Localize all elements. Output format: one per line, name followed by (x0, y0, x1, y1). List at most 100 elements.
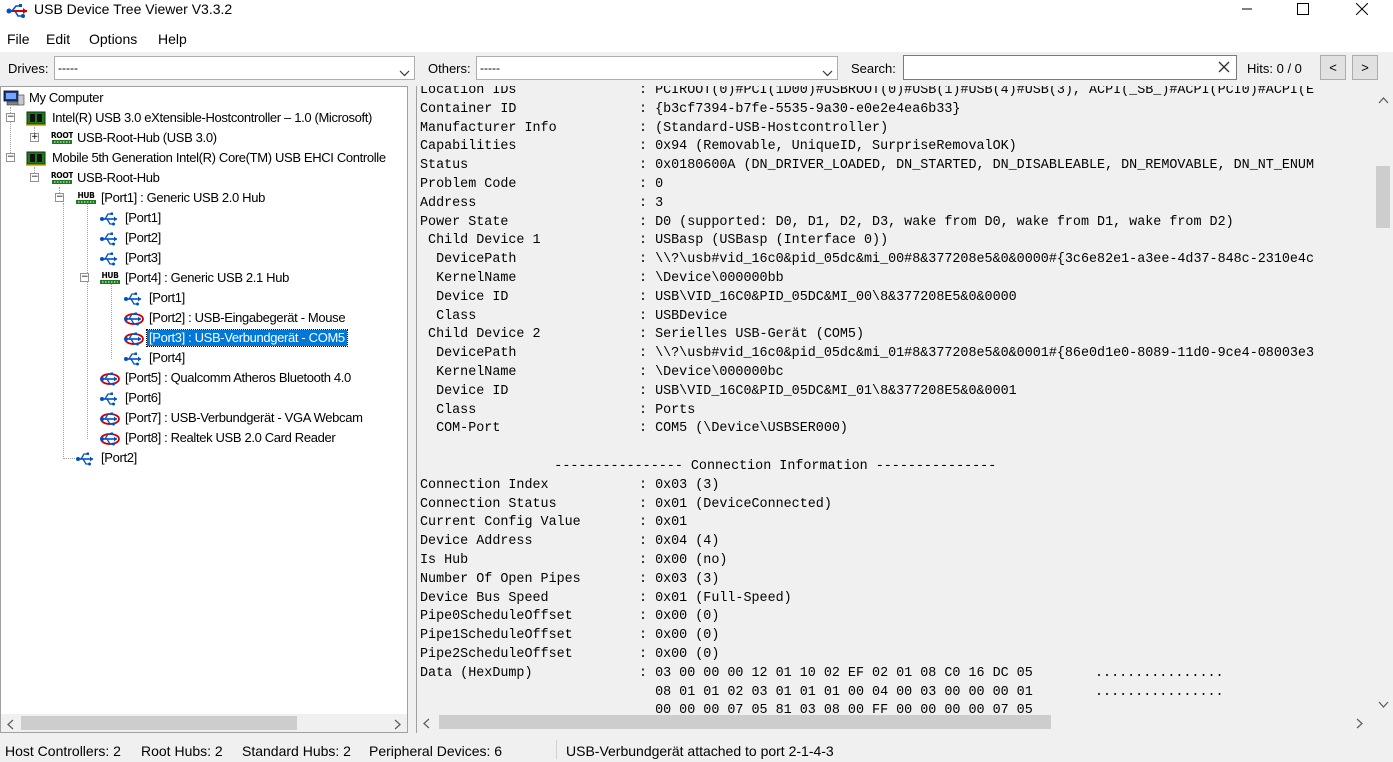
scroll-left-icon[interactable] (423, 717, 430, 732)
detail-key: COM-Port (420, 421, 501, 437)
scroll-left-icon[interactable] (7, 718, 14, 732)
tree-node[interactable]: [Port6] (99, 388, 163, 408)
detail-key: Status (420, 158, 469, 174)
detail-value: : 0x01 (Full-Speed) (639, 590, 792, 606)
tree-node[interactable]: [Port2] : USB-Eingabegerät - Mouse (123, 308, 347, 328)
device-details-panel[interactable]: Location IDs: PCIROOT(0)#PCI(1D00)#USBRO… (416, 86, 1393, 733)
detail-value: : 0x01 (639, 515, 688, 531)
detail-key: KernelName (420, 271, 517, 286)
tree-horizontal-scrollbar[interactable] (1, 714, 407, 732)
menu-file[interactable]: File (7, 30, 30, 48)
status-bar: Host Controllers: 2 Root Hubs: 2 Standar… (0, 737, 1393, 762)
detail-value: : \\?\usb#vid_16c0&pid_05dc&mi_00#8&3772… (639, 252, 1314, 268)
hub-icon: HUB (75, 190, 97, 206)
svg-text:ROOT: ROOT (51, 131, 73, 140)
detail-key: DevicePath (420, 252, 517, 268)
detail-key: Device ID (420, 383, 509, 399)
tree-node-label: [Port3] (125, 250, 161, 265)
detail-value: : PCIROOT(0)#PCI(1D00)#USBROOT(0)#USB(1)… (639, 86, 1314, 98)
device-tree[interactable]: My Computer − Intel(R) USB 3.0 eXtensible-… (0, 86, 408, 733)
detail-value: : 0x01 (DeviceConnected) (639, 496, 832, 512)
collapse-icon[interactable]: − (6, 153, 15, 162)
tree-node[interactable]: [Port2] (99, 228, 163, 248)
close-button[interactable] (1339, 0, 1385, 18)
tree-node[interactable]: [Port1] (123, 288, 187, 308)
tree-node[interactable]: [Port1] (99, 208, 163, 228)
detail-key: Class (420, 402, 477, 418)
detail-value: : 3 (639, 195, 664, 211)
tree-node[interactable]: [Port2] (75, 448, 139, 468)
tree-node-label: [Port3] : USB-Verbundgerät - COM5 (146, 329, 348, 347)
host-controller-icon (26, 110, 48, 126)
status-peripheral-devices: Peripheral Devices: 6 (369, 743, 503, 759)
usb-port-icon (99, 390, 121, 406)
clear-search-icon[interactable] (1218, 61, 1230, 76)
scroll-up-icon[interactable] (1378, 92, 1389, 107)
tree-node-label: Intel(R) USB 3.0 eXtensible-Hostcontroll… (52, 110, 373, 125)
previous-hit-button[interactable]: < (1320, 55, 1346, 80)
next-hit-button[interactable]: > (1352, 55, 1378, 80)
chevron-down-icon (822, 65, 833, 80)
detail-value: : 0 (639, 177, 664, 192)
detail-key: Child Device 2 (420, 327, 541, 343)
detail-value: : \\?\usb#vid_16c0&pid_05dc&mi_01#8&3772… (639, 346, 1314, 362)
others-value: ----- (480, 61, 500, 75)
scroll-thumb[interactable] (1376, 166, 1390, 228)
others-select[interactable]: ----- (476, 56, 838, 80)
menu-help[interactable]: Help (158, 30, 187, 48)
detail-value: : 0x00 (0) (639, 628, 720, 644)
hexdump-ascii: ................ (1095, 684, 1224, 700)
tree-node[interactable]: [Port3] : USB-Verbundgerät - COM5 (123, 328, 348, 348)
tree-node[interactable]: ROOT USB-Root-Hub (USB 3.0) (51, 128, 219, 148)
tree-node[interactable]: [Port4] (123, 348, 187, 368)
menu-options[interactable]: Options (89, 30, 137, 48)
scroll-down-icon[interactable] (1378, 696, 1389, 711)
tree-node[interactable]: HUB [Port4] : Generic USB 2.1 Hub (99, 268, 291, 288)
details-vertical-scrollbar[interactable] (1373, 86, 1393, 713)
detail-key: Problem Code (420, 177, 517, 192)
tree-node[interactable]: [Port3] (99, 248, 163, 268)
collapse-icon[interactable]: − (80, 273, 89, 282)
maximize-button[interactable] (1280, 0, 1326, 18)
tree-node[interactable]: HUB [Port1] : Generic USB 2.0 Hub (75, 188, 267, 208)
scroll-thumb[interactable] (21, 716, 297, 730)
tree-node[interactable]: ROOT USB-Root-Hub (51, 168, 162, 188)
tree-node-label: [Port2] : USB-Eingabegerät - Mouse (149, 310, 346, 325)
scroll-right-icon[interactable] (394, 718, 401, 732)
tree-node-label: [Port2] (125, 230, 161, 245)
detail-key: Is Hub (420, 553, 469, 568)
expand-icon[interactable]: + (30, 133, 39, 142)
detail-key: DevicePath (420, 346, 517, 362)
tree-node[interactable]: [Port5] : Qualcomm Atheros Bluetooth 4.0 (99, 368, 353, 388)
detail-value: 08 01 01 02 03 01 01 01 00 04 00 03 00 0… (639, 684, 1033, 700)
detail-value: : 0x00 (0) (639, 647, 720, 662)
chevron-right-icon: > (1361, 60, 1369, 75)
tree-node-label: [Port7] : USB-Verbundgerät - VGA Webcam (125, 410, 363, 425)
usb-port-icon (99, 230, 121, 246)
tree-node[interactable]: Mobile 5th Generation Intel(R) Core(TM) … (26, 148, 388, 168)
tree-node[interactable]: [Port8] : Realtek USB 2.0 Card Reader (99, 428, 337, 448)
detail-key: KernelName (420, 365, 517, 380)
detail-key: Device ID (420, 289, 509, 305)
collapse-icon[interactable]: − (30, 173, 39, 182)
tree-node-label: [Port1] (125, 210, 161, 225)
tree-node[interactable]: Intel(R) USB 3.0 eXtensible-Hostcontroll… (26, 108, 374, 128)
scroll-thumb[interactable] (439, 715, 1051, 729)
tree-line (63, 458, 75, 459)
collapse-icon[interactable]: − (55, 193, 64, 202)
scroll-right-icon[interactable] (1356, 717, 1363, 732)
tree-node[interactable]: My Computer (3, 88, 105, 108)
details-horizontal-scrollbar[interactable] (417, 713, 1393, 731)
tree-node[interactable]: [Port7] : USB-Verbundgerät - VGA Webcam (99, 408, 365, 428)
menu-bar: File Edit Options Help (0, 26, 1393, 52)
detail-value: : Ports (639, 402, 696, 418)
detail-value: 00 00 00 07 05 81 03 08 00 FF 00 00 00 0… (639, 703, 1033, 713)
minimize-button[interactable] (1224, 0, 1270, 18)
search-input[interactable] (903, 55, 1237, 80)
drives-select[interactable]: ----- (54, 56, 415, 80)
tree-node-label: [Port1] : Generic USB 2.0 Hub (101, 190, 265, 205)
collapse-icon[interactable]: − (6, 113, 15, 122)
detail-key: Device Address (420, 534, 533, 550)
menu-edit[interactable]: Edit (46, 30, 70, 48)
section-header: ---------------- Connection Information … (490, 459, 997, 474)
